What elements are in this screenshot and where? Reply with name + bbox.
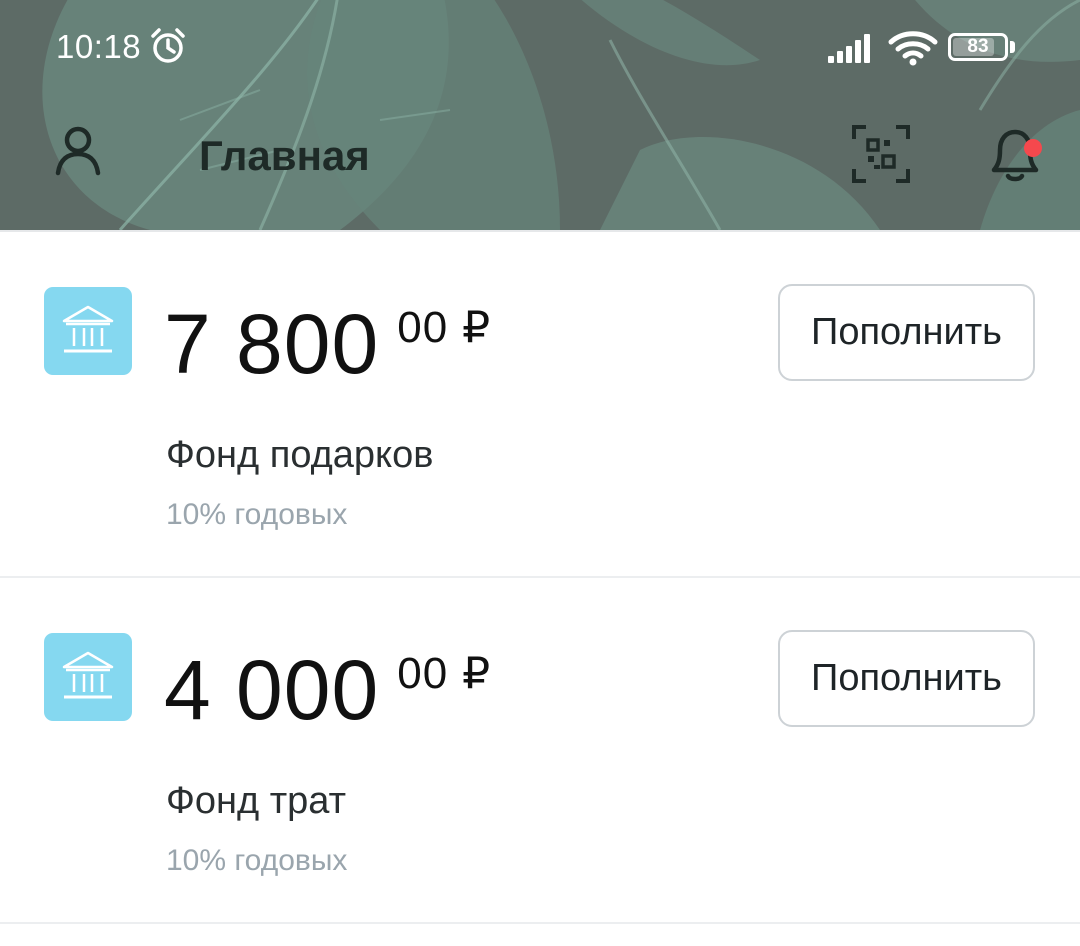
fund-amount: 4 000 00 ₽ (164, 648, 490, 732)
fund-amount: 7 800 00 ₽ (164, 302, 490, 386)
status-bar: 10:18 83 (0, 0, 1080, 100)
fund-divider (0, 922, 1080, 924)
amount-fraction: 00 (397, 303, 449, 352)
bank-icon (44, 287, 132, 375)
battery-tip (1010, 41, 1015, 53)
fund-card-gifts: 7 800 00 ₽ Пополнить Фонд подарков 10% год… (0, 230, 1080, 576)
amount-integer: 4 000 (164, 643, 380, 737)
currency-symbol: ₽ (462, 649, 491, 698)
bell-icon[interactable] (986, 122, 1044, 184)
battery-indicator: 83 (948, 33, 1008, 61)
top-up-button[interactable]: Пополнить (778, 630, 1035, 727)
fund-interest-rate: 10% годовых (166, 844, 348, 877)
header: 10:18 83 Главная (0, 0, 1080, 230)
signal-strength-icon (828, 34, 870, 63)
page-title: Главная (199, 132, 370, 179)
funds-list: 7 800 00 ₽ Пополнить Фонд подарков 10% год… (0, 230, 1080, 946)
wifi-icon (888, 31, 938, 66)
qr-scan-icon[interactable] (852, 125, 910, 183)
fund-card-spending: 4 000 00 ₽ Пополнить Фонд трат 10% годовых (0, 576, 1080, 922)
battery-percent: 83 (967, 36, 989, 57)
status-time: 10:18 (56, 28, 142, 65)
amount-integer: 7 800 (164, 297, 380, 391)
fund-name: Фонд подарков (166, 434, 434, 476)
notification-badge (1024, 139, 1042, 157)
fund-interest-rate: 10% годовых (166, 498, 348, 531)
alarm-clock-icon (151, 28, 185, 63)
bank-icon (44, 633, 132, 721)
top-up-button[interactable]: Пополнить (778, 284, 1035, 381)
currency-symbol: ₽ (462, 303, 491, 352)
amount-fraction: 00 (397, 649, 449, 698)
top-navigation: Главная (0, 100, 1080, 230)
fund-name: Фонд трат (166, 780, 346, 822)
user-icon[interactable] (54, 125, 102, 177)
